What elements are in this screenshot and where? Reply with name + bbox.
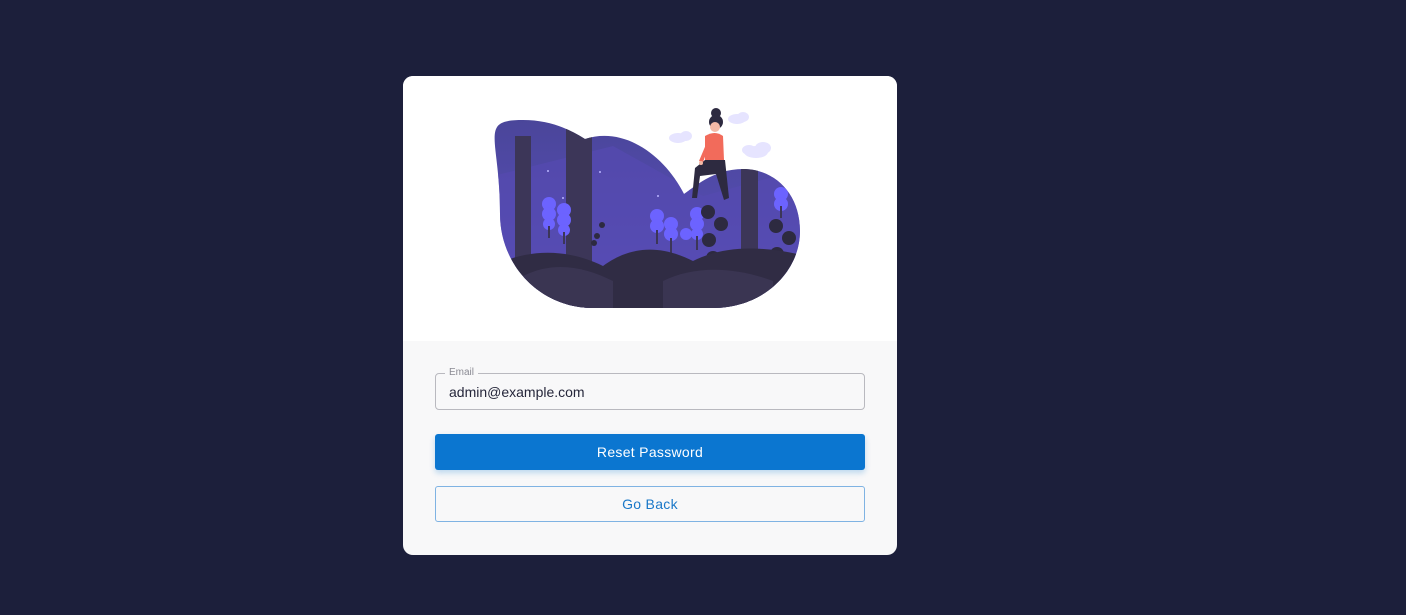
reset-form: Email Reset Password Go Back: [435, 366, 865, 522]
forest-night-woman-illustration: [494, 108, 801, 308]
go-back-button[interactable]: Go Back: [435, 486, 865, 522]
email-input[interactable]: [436, 374, 864, 409]
email-field[interactable]: Email: [435, 366, 865, 410]
reset-password-card: Email Reset Password Go Back: [403, 76, 897, 555]
reset-password-button[interactable]: Reset Password: [435, 434, 865, 470]
illustration-panel: [403, 76, 897, 341]
